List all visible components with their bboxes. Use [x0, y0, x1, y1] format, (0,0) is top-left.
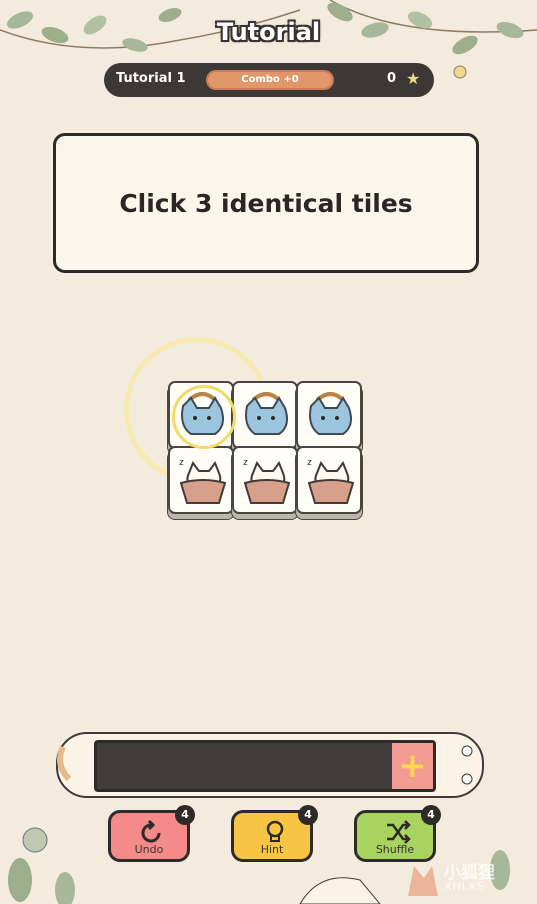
plus-icon[interactable]: + — [392, 743, 433, 789]
undo-icon — [141, 819, 161, 843]
tile-sleeping-cat[interactable]: z — [296, 446, 362, 514]
hint-label: Hint — [260, 843, 284, 856]
instruction-panel: Click 3 identical tiles — [53, 133, 479, 273]
hint-button[interactable]: Hint 4 — [231, 805, 318, 862]
combo-meter: Combo +0 — [206, 70, 334, 90]
star-icon: ★ — [406, 69, 421, 88]
instruction-text: Click 3 identical tiles — [119, 188, 413, 218]
sleeping-cat-icon: z — [307, 458, 355, 504]
blue-cat-icon — [309, 392, 352, 435]
svg-text:z: z — [179, 458, 184, 468]
svg-text:z: z — [243, 458, 248, 468]
shuffle-count-badge: 4 — [421, 805, 441, 825]
tile-slot-tray — [94, 740, 436, 792]
tutorial-target-ring — [172, 385, 236, 449]
lightbulb-icon — [266, 820, 284, 842]
tile-blue-cat[interactable] — [232, 381, 298, 449]
shuffle-icon — [387, 820, 411, 844]
tile-blue-cat[interactable] — [296, 381, 362, 449]
sleeping-cat-icon: z — [243, 458, 291, 504]
tile-sleeping-cat[interactable]: z — [168, 446, 234, 514]
svg-text:z: z — [307, 458, 312, 468]
hint-count-badge: 4 — [298, 805, 318, 825]
sleeping-cat-icon: z — [179, 458, 227, 504]
level-status-bar: Tutorial 1 Combo +0 0 ★ — [104, 63, 434, 97]
undo-label: Undo — [134, 843, 164, 856]
screen-title: Tutorial — [216, 18, 321, 46]
level-name: Tutorial 1 — [116, 71, 186, 86]
score-value: 0 — [387, 71, 397, 86]
undo-count-badge: 4 — [175, 805, 195, 825]
blue-cat-icon — [245, 392, 288, 435]
watermark-subtext: XHLKS — [444, 880, 486, 893]
tile-sleeping-cat[interactable]: z — [232, 446, 298, 514]
undo-button[interactable]: Undo 4 — [108, 805, 195, 862]
